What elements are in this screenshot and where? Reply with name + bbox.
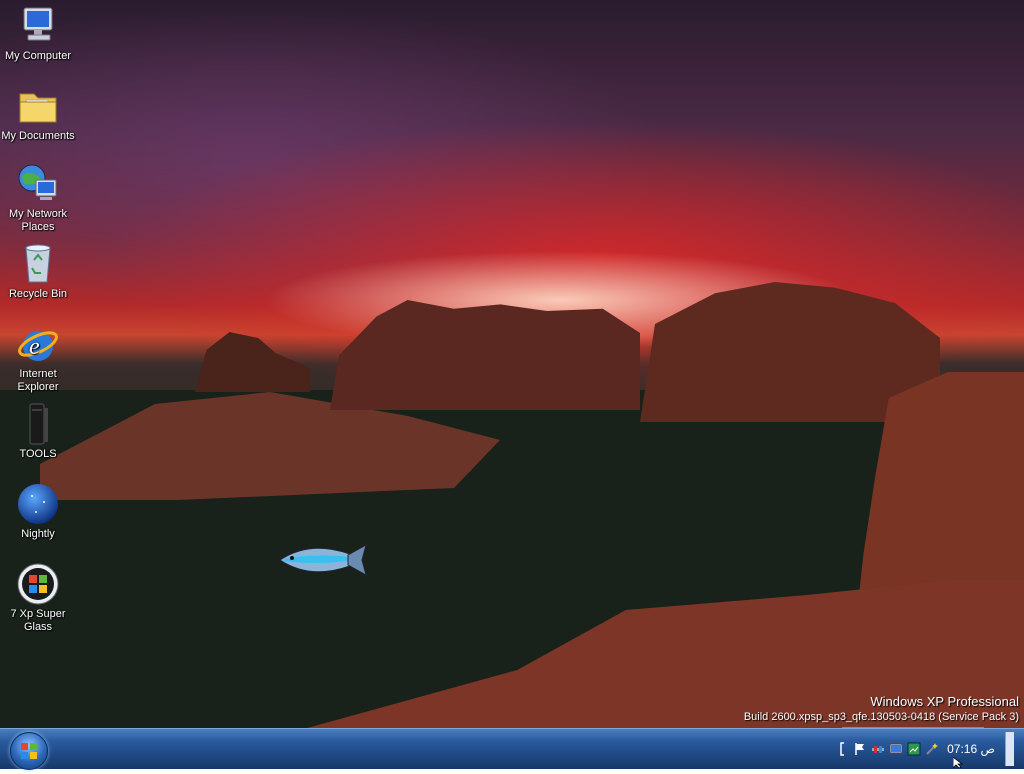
flag-icon[interactable] (853, 742, 867, 756)
desktop-icon-label: Internet Explorer (17, 368, 59, 393)
os-name: Windows XP Professional (870, 694, 1019, 709)
bracket-icon[interactable] (835, 742, 849, 756)
tools-icon (16, 402, 60, 446)
desktop-icon-nightly[interactable]: Nightly (0, 482, 76, 541)
desktop-icon-label: Nightly (21, 528, 55, 540)
desktop-icon-tools[interactable]: TOOLS (0, 402, 76, 461)
desktop-icon-label: Recycle Bin (8, 288, 68, 300)
desktop-icon-recycle-bin[interactable]: Recycle Bin (0, 242, 76, 301)
desktop-icon-7-xp-super-glass[interactable]: 7 Xp Super Glass (0, 562, 76, 634)
computer-icon (16, 4, 60, 48)
desktop-icon-label: My Computer (4, 50, 72, 62)
mouse-cursor-icon (953, 757, 964, 768)
network-icon (16, 162, 60, 206)
start-button[interactable] (10, 732, 48, 770)
monitor-icon[interactable] (889, 742, 903, 756)
desktop-icon-label: 7 Xp Super Glass (10, 608, 66, 633)
desktop-icon-my-computer[interactable]: My Computer (0, 4, 76, 63)
desktop-icon-label: TOOLS (19, 448, 57, 460)
taskbar: 07:16 ص (0, 728, 1024, 770)
os-version-watermark: Windows XP Professional Build 2600.xpsp_… (744, 694, 1019, 724)
fish-icon (270, 537, 370, 583)
recycle-bin-icon (16, 242, 60, 286)
desktop-icon-internet-explorer[interactable]: e Internet Explorer (0, 322, 76, 394)
ie-icon: e (16, 322, 60, 366)
nightly-icon (16, 482, 60, 526)
wallpaper-mesa-left (195, 332, 310, 392)
taskbar-clock[interactable]: 07:16 ص (947, 742, 995, 756)
desktop-icon-label: My Documents (1, 130, 75, 142)
os-build: Build 2600.xpsp_sp3_qfe.130503-0418 (Ser… (743, 711, 1019, 723)
network-icon[interactable] (871, 742, 885, 756)
desktop-icon-label: My Network Places (8, 208, 68, 233)
wand-icon[interactable] (925, 742, 939, 756)
system-tray: 07:16 ص (833, 732, 1014, 766)
folder-icon (16, 84, 60, 128)
windows-orb-icon (21, 743, 37, 759)
desktop-background[interactable]: My Computer My Documents My Network Plac… (0, 0, 1024, 728)
svg-text:e: e (29, 334, 40, 360)
show-desktop-button[interactable] (1005, 732, 1014, 766)
windows-orb-icon (16, 562, 60, 606)
desktop-icon-my-network-places[interactable]: My Network Places (0, 162, 76, 234)
wallpaper-mesa-center (330, 300, 640, 410)
desktop-icon-my-documents[interactable]: My Documents (0, 84, 76, 143)
update-icon[interactable] (907, 742, 921, 756)
